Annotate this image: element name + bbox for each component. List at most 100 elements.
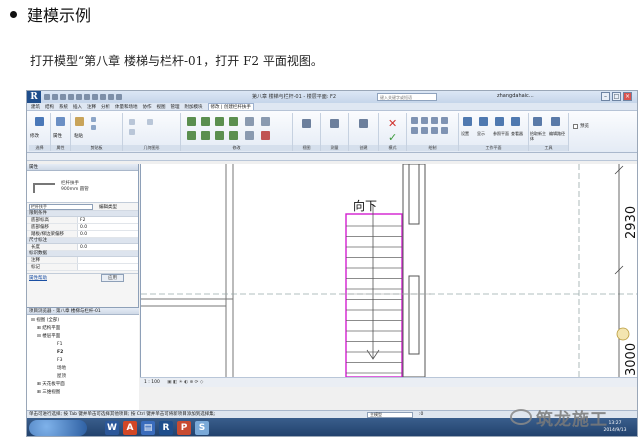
window-icon[interactable]: ▤ [141, 421, 155, 435]
tab-architecture[interactable]: 建筑 [31, 104, 40, 110]
array-icon[interactable] [245, 131, 254, 140]
preview-checkbox-box[interactable] [573, 123, 578, 129]
align-icon[interactable] [187, 117, 196, 126]
tab-systems[interactable]: 系统 [59, 104, 68, 110]
delete-icon[interactable] [261, 131, 270, 140]
word-icon[interactable]: W [105, 421, 119, 435]
cut-icon[interactable] [91, 125, 96, 130]
hide-icon[interactable] [302, 119, 311, 128]
circle-icon[interactable] [441, 117, 448, 124]
set-workplane-icon[interactable] [463, 117, 472, 126]
apply-button[interactable]: 应用 [101, 273, 124, 282]
print-icon[interactable] [76, 94, 82, 100]
redo-icon[interactable] [68, 94, 74, 100]
properties-help-link[interactable]: 属性帮助 [29, 275, 47, 281]
revit-taskbar-icon[interactable]: R [159, 421, 173, 435]
view-controls-icons[interactable]: ▣ ◧ ☀ ◐ ⊕ ⟳ ◇ [167, 380, 203, 385]
prop-value[interactable]: 0.0 [77, 224, 138, 230]
ellipse-icon[interactable] [431, 127, 438, 134]
cancel-icon[interactable]: ✕ [388, 117, 397, 130]
save-icon[interactable] [52, 94, 58, 100]
copy-icon[interactable] [91, 117, 96, 122]
edit-type-button[interactable]: 编辑类型 [99, 204, 117, 210]
tree-node-views[interactable]: ⊟ 视图 (全部) [27, 317, 139, 325]
close-icon[interactable]: × [623, 92, 632, 101]
tree-node-f1[interactable]: F1 [27, 341, 139, 349]
family-selector[interactable]: 栏杆扶手 [29, 203, 93, 210]
trim-icon[interactable] [229, 131, 238, 140]
cope-icon[interactable] [129, 119, 135, 125]
tab-addins[interactable]: 附加模块 [185, 104, 203, 110]
mirror-draw-icon[interactable] [229, 117, 238, 126]
tab-insert[interactable]: 插入 [73, 104, 82, 110]
user-name[interactable]: zhangdahaic… [497, 93, 534, 99]
scale-icon[interactable] [261, 117, 270, 126]
open-icon[interactable] [44, 94, 50, 100]
tag-icon[interactable] [92, 94, 98, 100]
drawing-canvas[interactable]: 向下 2930 3000 [140, 164, 637, 377]
measure-tool-icon[interactable] [330, 119, 339, 128]
prop-value[interactable]: F2 [77, 217, 138, 223]
properties-icon[interactable] [56, 117, 65, 126]
ref-plane-icon[interactable] [495, 117, 504, 126]
pdf-icon[interactable]: A [123, 421, 137, 435]
rectangle-icon[interactable] [421, 117, 428, 124]
text-icon[interactable] [100, 94, 106, 100]
tree-node-f3[interactable]: F3 [27, 357, 139, 365]
start-button[interactable] [29, 420, 87, 436]
tree-node-ceiling-plans[interactable]: ⊞ 天花板平面 [27, 381, 139, 389]
tab-collaborate[interactable]: 协作 [143, 104, 152, 110]
tree-node-structural-plans[interactable]: ⊞ 结构平面 [27, 325, 139, 333]
copy-element-icon[interactable] [201, 131, 210, 140]
finish-icon[interactable]: ✓ [388, 131, 397, 144]
tab-view[interactable]: 视图 [157, 104, 166, 110]
line-icon[interactable] [411, 117, 418, 124]
pick-host-icon[interactable] [533, 117, 542, 126]
join-icon[interactable] [147, 119, 153, 125]
tab-analyze[interactable]: 分析 [101, 104, 110, 110]
tab-massing-site[interactable]: 体量和场地 [115, 104, 138, 110]
pick-lines-icon[interactable] [441, 127, 448, 134]
tree-node-site[interactable]: 场地 [27, 365, 139, 373]
steering-wheel-icon[interactable] [616, 327, 630, 341]
prop-value[interactable] [77, 264, 138, 270]
tab-manage[interactable]: 管理 [171, 104, 180, 110]
split-icon[interactable] [245, 117, 254, 126]
tab-structure[interactable]: 结构 [45, 104, 54, 110]
tab-annotate[interactable]: 注释 [87, 104, 96, 110]
tree-node-f2[interactable]: F2 [27, 349, 139, 357]
tree-node-3d-views[interactable]: ⊞ 三维视图 [27, 389, 139, 397]
show-workplane-icon[interactable] [479, 117, 488, 126]
rotate-icon[interactable] [215, 131, 224, 140]
cut-geometry-icon[interactable] [129, 129, 135, 135]
section-icon[interactable] [116, 94, 122, 100]
measure-icon[interactable] [84, 94, 90, 100]
paste-icon[interactable] [75, 117, 84, 126]
spline-icon[interactable] [421, 127, 428, 134]
offset-icon[interactable] [201, 117, 210, 126]
undo-icon[interactable] [60, 94, 66, 100]
type-selector[interactable]: 栏杆扶手 900mm 圆管 [27, 171, 138, 203]
create-similar-icon[interactable] [359, 119, 368, 128]
prop-value[interactable]: 0.0 [77, 231, 138, 237]
mirror-icon[interactable] [215, 117, 224, 126]
polygon-icon[interactable] [431, 117, 438, 124]
prop-value[interactable] [77, 257, 138, 263]
tree-node-floor-plans[interactable]: ⊟ 楼层平面 [27, 333, 139, 341]
search-input[interactable]: 键入关键字或短语 [377, 93, 437, 101]
app-logo[interactable]: R [27, 91, 41, 103]
minimize-icon[interactable]: – [601, 92, 610, 101]
tab-modify-railing[interactable]: 修改 | 创建栏杆扶手 [207, 103, 254, 110]
arc-icon[interactable] [411, 127, 418, 134]
preview-checkbox[interactable]: 预览 [573, 123, 589, 129]
tree-node-roof[interactable]: 屋顶 [27, 373, 139, 381]
viewer-icon[interactable] [511, 117, 520, 126]
view-scale[interactable]: 1 : 100 [144, 380, 160, 385]
powerpoint-icon[interactable]: P [177, 421, 191, 435]
view-3d-icon[interactable] [108, 94, 114, 100]
move-icon[interactable] [187, 131, 196, 140]
maximize-icon[interactable]: □ [612, 92, 621, 101]
modify-icon[interactable] [35, 117, 44, 126]
screenshot-icon[interactable]: S [195, 421, 209, 435]
edit-path-icon[interactable] [551, 117, 560, 126]
